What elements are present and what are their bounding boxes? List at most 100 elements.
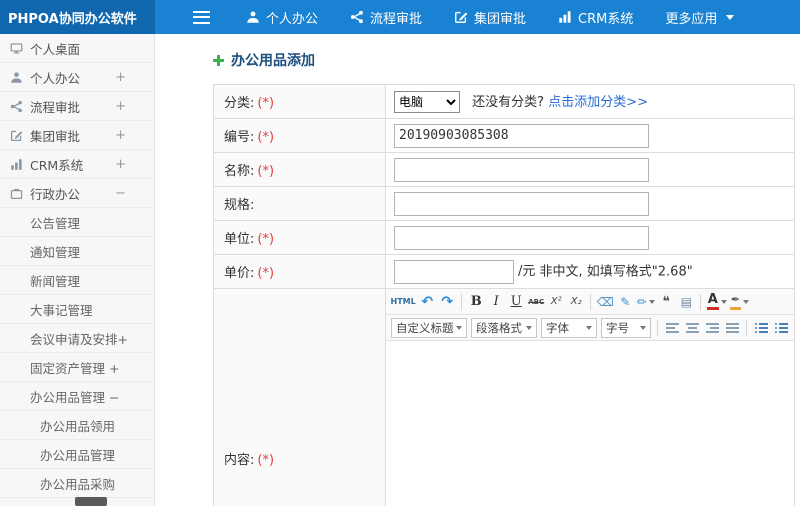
sidebar-item-admin-office[interactable]: 行政办公 − <box>0 179 154 208</box>
price-suffix: /元 <box>518 264 536 279</box>
code-row: 编号: (*) <box>213 118 795 153</box>
nav-crm-system[interactable]: CRM系统 <box>558 8 633 27</box>
required-mark: (*) <box>257 266 275 281</box>
align-right-icon[interactable] <box>703 318 722 338</box>
nav-more-apps[interactable]: 更多应用 <box>665 8 735 27</box>
required-mark: (*) <box>257 96 275 111</box>
editor-content-area[interactable] <box>386 341 794 506</box>
sidebar-item-news-mgmt[interactable]: 新闻管理 <box>0 266 154 295</box>
code-value-cell <box>385 118 795 153</box>
sidebar-item-label: CRM系统 <box>30 157 84 173</box>
sidebar-item-label: 通知管理 <box>30 244 81 260</box>
redo-icon[interactable]: ↷ <box>438 292 457 312</box>
desktop-icon <box>10 42 23 55</box>
sidebar: 个人桌面 个人办公 + 流程审批 + 集团审批 + CRM系统 + 行政办公 − <box>0 34 155 506</box>
topbar: PHPOA协同办公软件 个人办公 流程审批 集团审批 CRM系统 更多应用 <box>0 0 800 34</box>
expand-toggle[interactable]: + <box>115 157 126 172</box>
brush-icon[interactable]: ✏ <box>636 292 656 312</box>
undo-icon[interactable]: ↶ <box>418 292 437 312</box>
nav-process-approval[interactable]: 流程审批 <box>350 8 422 27</box>
menu-icon[interactable] <box>193 10 210 24</box>
blockquote-icon[interactable]: ❝ <box>657 292 676 312</box>
supplies-add-form: 分类:(*) 电脑 还没有分类? 点击添加分类>> 编号:(*) 名称:(*) <box>213 84 795 506</box>
expand-toggle[interactable]: + <box>115 99 126 114</box>
italic-icon[interactable]: I <box>487 292 506 312</box>
briefcase-icon <box>10 187 23 200</box>
format-painter-icon[interactable]: ✎ <box>616 292 635 312</box>
rich-text-editor: HTML ↶ ↷ B I U ABC X² X₂ ⌫ ✎ ✏ ❝ ▤ A ✒ 自… <box>386 289 794 506</box>
align-left-icon[interactable] <box>663 318 682 338</box>
name-row: 名称: (*) <box>213 152 795 187</box>
flow-icon <box>350 10 364 24</box>
sidebar-item-supplies-purchase[interactable]: 办公用品采购 <box>0 469 154 498</box>
price-input[interactable] <box>394 259 514 284</box>
app-logo[interactable]: PHPOA协同办公软件 <box>0 0 155 34</box>
sidebar-item-label: 固定资产管理 + <box>30 360 120 376</box>
sidebar-item-supplies-manage[interactable]: 办公用品管理 <box>0 440 154 469</box>
sidebar-item-process-approval[interactable]: 流程审批 + <box>0 92 154 121</box>
sidebar-item-events-mgmt[interactable]: 大事记管理 <box>0 295 154 324</box>
superscript-icon[interactable]: X² <box>547 292 566 312</box>
content-label: 内容: (*) <box>213 288 386 506</box>
editor-toolbar-row2: 自定义标题 段落格式 字体 字号 <box>386 315 794 341</box>
font-size-dropdown[interactable]: 字号 <box>601 317 651 338</box>
category-select[interactable]: 电脑 <box>394 90 460 113</box>
expand-toggle[interactable]: + <box>115 128 126 143</box>
strikethrough-icon[interactable]: ABC <box>527 292 546 312</box>
spec-input[interactable] <box>394 191 649 216</box>
sidebar-item-office-supplies-mgmt[interactable]: 办公用品管理 − <box>0 382 154 411</box>
font-family-dropdown[interactable]: 字体 <box>541 317 597 338</box>
caret-down-icon <box>743 299 750 304</box>
font-color-icon[interactable]: A <box>706 292 728 312</box>
custom-title-dropdown[interactable]: 自定义标题 <box>391 317 467 338</box>
paragraph-format-dropdown[interactable]: 段落格式 <box>471 317 537 338</box>
sidebar-item-notice-mgmt[interactable]: 通知管理 <box>0 237 154 266</box>
caret-down-icon <box>720 299 727 304</box>
unit-label: 单位: (*) <box>213 220 386 255</box>
sidebar-item-meeting-apply[interactable]: 会议申请及安排+ <box>0 324 154 353</box>
nav-personal-office[interactable]: 个人办公 <box>246 8 318 27</box>
subscript-icon[interactable]: X₂ <box>567 292 586 312</box>
caret-down-icon <box>526 325 532 330</box>
expand-toggle[interactable]: + <box>115 70 126 85</box>
category-label: 分类: (*) <box>213 84 386 119</box>
underline-icon[interactable]: U <box>507 292 526 312</box>
name-input[interactable] <box>394 157 649 182</box>
highlight-icon[interactable]: ✒ <box>729 292 750 312</box>
page-title-text: 办公用品添加 <box>231 53 315 69</box>
source-code-icon[interactable]: HTML <box>390 292 417 312</box>
ordered-list-icon[interactable] <box>752 318 771 338</box>
sidebar-item-label: 公告管理 <box>30 215 81 231</box>
eraser-icon[interactable]: ⌫ <box>596 292 615 312</box>
page-icon[interactable]: ▤ <box>677 292 696 312</box>
name-label: 名称: (*) <box>213 152 386 187</box>
code-input[interactable] <box>394 123 649 148</box>
sidebar-item-personal-office[interactable]: 个人办公 + <box>0 63 154 92</box>
add-category-link[interactable]: 点击添加分类>> <box>548 95 648 110</box>
sidebar-item-announcement-mgmt[interactable]: 公告管理 <box>0 208 154 237</box>
align-center-icon[interactable] <box>683 318 702 338</box>
align-justify-icon[interactable] <box>723 318 742 338</box>
page-title: 办公用品添加 <box>213 50 800 70</box>
toolbar-separator <box>461 293 463 310</box>
unit-input[interactable] <box>394 225 649 250</box>
browser-status-fragment <box>75 497 107 506</box>
unit-row: 单位: (*) <box>213 220 795 255</box>
nav-group-approval[interactable]: 集团审批 <box>454 8 526 27</box>
sidebar-item-supplies-receive[interactable]: 办公用品领用 <box>0 411 154 440</box>
sidebar-item-group-approval[interactable]: 集团审批 + <box>0 121 154 150</box>
bold-icon[interactable]: B <box>467 292 486 312</box>
sidebar-item-personal-desktop[interactable]: 个人桌面 <box>0 34 154 63</box>
sidebar-item-label: 办公用品领用 <box>40 418 116 434</box>
edit-icon <box>10 129 23 142</box>
price-row: 单价: (*) /元 非中文, 如填写格式"2.68" <box>213 254 795 289</box>
toolbar-separator <box>590 293 592 310</box>
collapse-toggle[interactable]: − <box>115 186 126 201</box>
nav-label: 流程审批 <box>370 11 423 27</box>
price-label: 单价: (*) <box>213 254 386 289</box>
category-value-cell: 电脑 还没有分类? 点击添加分类>> <box>385 84 795 119</box>
sidebar-item-fixed-assets-mgmt[interactable]: 固定资产管理 + <box>0 353 154 382</box>
unordered-list-icon[interactable] <box>772 318 791 338</box>
sidebar-item-crm-system[interactable]: CRM系统 + <box>0 150 154 179</box>
required-mark: (*) <box>257 130 275 145</box>
